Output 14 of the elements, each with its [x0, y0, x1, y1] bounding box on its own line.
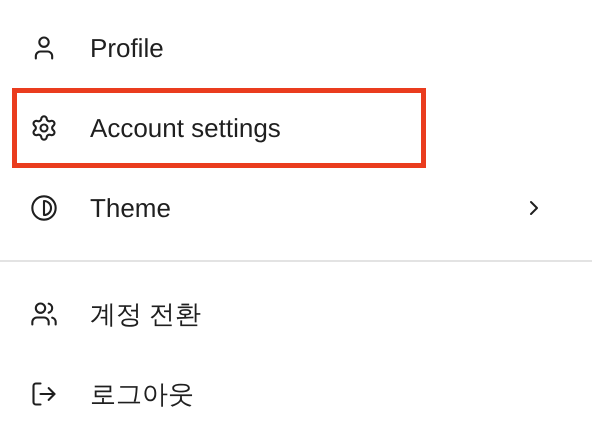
menu-item[interactable]: 계정 전환: [12, 274, 580, 354]
menu-label: Account settings: [90, 112, 282, 144]
menu-item[interactable]: 로그아웃: [12, 354, 580, 434]
menu-item[interactable]: Theme: [12, 168, 580, 248]
menu-label: 계정 전환: [90, 298, 202, 330]
half-circle-icon: [30, 194, 58, 222]
menu-label: 로그아웃: [90, 378, 195, 410]
menu-label: Theme: [90, 192, 172, 224]
logout-icon: [30, 380, 58, 408]
menu-label: Profile: [90, 32, 165, 64]
settings-icon: [30, 114, 58, 142]
people-icon: [30, 300, 58, 328]
menu-item[interactable]: Profile: [12, 8, 580, 88]
menu-item[interactable]: Account settings: [12, 88, 426, 168]
